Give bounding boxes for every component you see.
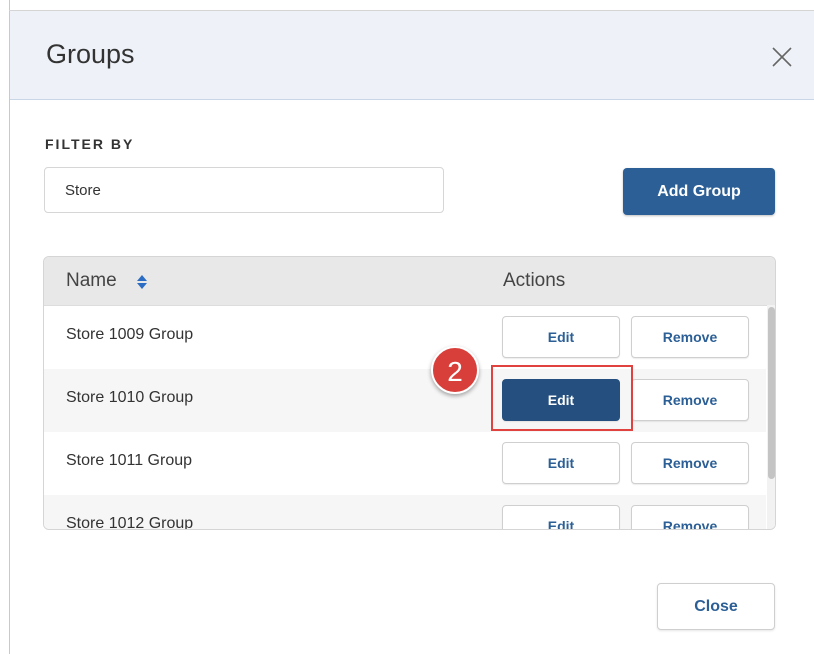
remove-button[interactable]: Remove [631,316,749,358]
close-button[interactable]: Close [657,583,775,630]
scrollbar-thumb[interactable] [768,307,775,479]
add-group-button[interactable]: Add Group [623,168,775,215]
table-header: Name Actions [44,257,775,306]
filter-input[interactable] [44,167,444,213]
table-row: Store 1011 Group Edit Remove [44,432,766,495]
group-name: Store 1010 Group [66,389,194,406]
group-name: Store 1012 Group [66,515,194,530]
table-scrollbar[interactable] [767,305,775,529]
sort-icon[interactable] [136,274,148,290]
edit-button[interactable]: Edit [502,505,620,529]
dialog-header: Groups [10,11,814,100]
table-row: Store 1012 Group Edit Remove [44,495,766,530]
table-row: Store 1010 Group Edit Remove [44,369,766,432]
remove-button[interactable]: Remove [631,505,749,529]
groups-table: Name Actions Store 1009 Group Edit Remov… [43,256,776,530]
table-row: Store 1009 Group Edit Remove [44,306,766,369]
column-header-name[interactable]: Name [66,270,117,292]
filter-label: FILTER BY [45,136,135,152]
edit-button[interactable]: Edit [502,316,620,358]
remove-button[interactable]: Remove [631,379,749,421]
column-header-actions: Actions [503,270,566,291]
edit-button[interactable]: Edit [502,442,620,484]
dialog-title: Groups [46,39,135,69]
group-name: Store 1011 Group [66,452,193,469]
remove-button[interactable]: Remove [631,442,749,484]
group-name: Store 1009 Group [66,326,194,343]
close-icon[interactable] [766,41,798,73]
annotation-highlight [491,365,633,431]
step-badge: 2 [431,346,479,394]
